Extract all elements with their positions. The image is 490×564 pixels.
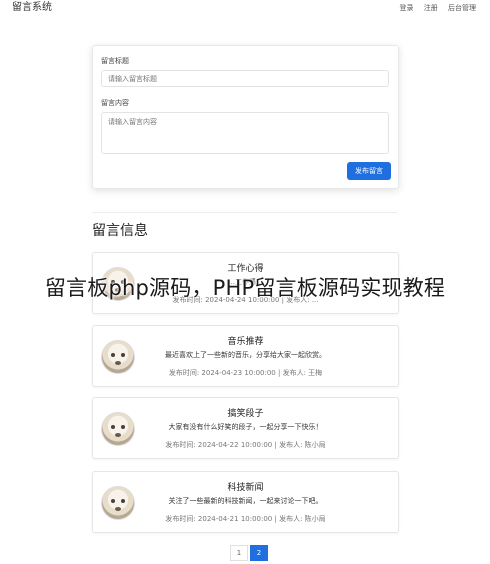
section-divider	[92, 212, 397, 213]
content-label: 留言内容	[101, 99, 129, 107]
title-label: 留言标题	[101, 57, 129, 65]
message-title: 科技新闻	[227, 483, 264, 493]
message-card: 音乐推荐 最近喜欢上了一些新的音乐，分享给大家一起欣赏。 发布时间: 2024-…	[92, 325, 399, 387]
content-textarea[interactable]	[101, 112, 389, 154]
page-button-2-current[interactable]: 2	[250, 545, 268, 561]
title-input[interactable]	[101, 70, 389, 87]
messages-section-title: 留言信息	[92, 223, 148, 239]
message-body: 最近喜欢上了一些新的音乐，分享给大家一起欣赏。	[165, 351, 326, 359]
message-form-card: 留言标题 留言内容 发布留言	[92, 45, 399, 189]
header-nav: 登录 注册 后台管理	[392, 0, 476, 16]
message-card: 科技新闻 关注了一些最新的科技新闻，一起来讨论一下吧。 发布时间: 2024-0…	[92, 471, 399, 533]
message-title: 搞笑段子	[227, 409, 264, 419]
nav-admin-link[interactable]: 后台管理	[448, 4, 476, 12]
page-button-1[interactable]: 1	[230, 545, 248, 561]
nav-register-link[interactable]: 注册	[424, 4, 438, 12]
message-body: 大家有没有什么好笑的段子，一起分享一下快乐！	[168, 423, 323, 431]
nav-login-link[interactable]: 登录	[400, 4, 414, 12]
submit-message-button[interactable]: 发布留言	[347, 162, 391, 180]
pagination: 12	[230, 545, 270, 561]
message-meta: 发布时间: 2024-04-23 10:00:00 | 发布人: 王梅	[168, 369, 323, 377]
top-nav-bar: 留言系统 登录 注册 后台管理	[0, 0, 490, 18]
message-meta: 发布时间: 2024-04-22 10:00:00 | 发布人: 陈小局	[165, 441, 326, 449]
overlay-caption: 留言板php源码，PHP留言板源码实现教程	[44, 276, 446, 300]
message-meta: 发布时间: 2024-04-21 10:00:00 | 发布人: 陈小局	[165, 515, 326, 523]
message-body: 关注了一些最新的科技新闻，一起来讨论一下吧。	[168, 497, 323, 505]
message-card: 搞笑段子 大家有没有什么好笑的段子，一起分享一下快乐！ 发布时间: 2024-0…	[92, 397, 399, 459]
app-title: 留言系统	[12, 2, 52, 13]
message-title: 音乐推荐	[227, 337, 264, 347]
